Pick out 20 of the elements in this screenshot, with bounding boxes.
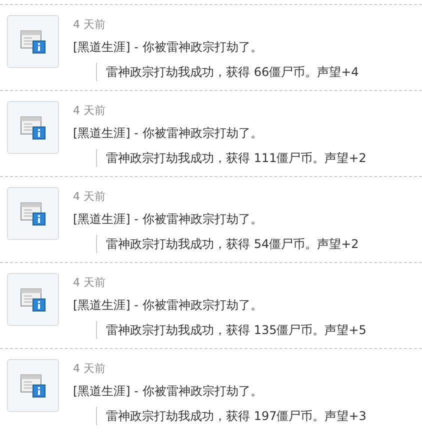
notification-title: [黑道生涯] - 你被雷神政宗打劫了。 xyxy=(73,212,264,227)
notification-title: [黑道生涯] - 你被雷神政宗打劫了。 xyxy=(73,126,264,141)
message-info-icon xyxy=(20,288,46,312)
message-info-icon xyxy=(20,374,46,398)
notification-title: [黑道生涯] - 你被雷神政宗打劫了。 xyxy=(73,298,264,313)
notification-detail: 雷神政宗打劫我成功，获得 135僵尸币。声望+5 xyxy=(96,321,366,339)
message-info-icon xyxy=(20,116,46,140)
notification-detail: 雷神政宗打劫我成功，获得 66僵尸币。声望+4 xyxy=(96,63,359,81)
timestamp: 4 天前 xyxy=(73,362,106,376)
timestamp: 4 天前 xyxy=(73,276,106,290)
notification-title: [黑道生涯] - 你被雷神政宗打劫了。 xyxy=(73,384,264,399)
timestamp: 4 天前 xyxy=(73,190,106,204)
notification-title: [黑道生涯] - 你被雷神政宗打劫了。 xyxy=(73,40,264,55)
notification-detail: 雷神政宗打劫我成功，获得 197僵尸币。声望+3 xyxy=(96,407,366,425)
notification-detail: 雷神政宗打劫我成功，获得 111僵尸币。声望+2 xyxy=(96,149,366,167)
timestamp: 4 天前 xyxy=(73,104,106,118)
timestamp: 4 天前 xyxy=(73,18,106,32)
message-info-icon xyxy=(20,202,46,226)
message-info-icon xyxy=(20,30,46,54)
notification-detail: 雷神政宗打劫我成功，获得 54僵尸币。声望+2 xyxy=(96,235,359,253)
